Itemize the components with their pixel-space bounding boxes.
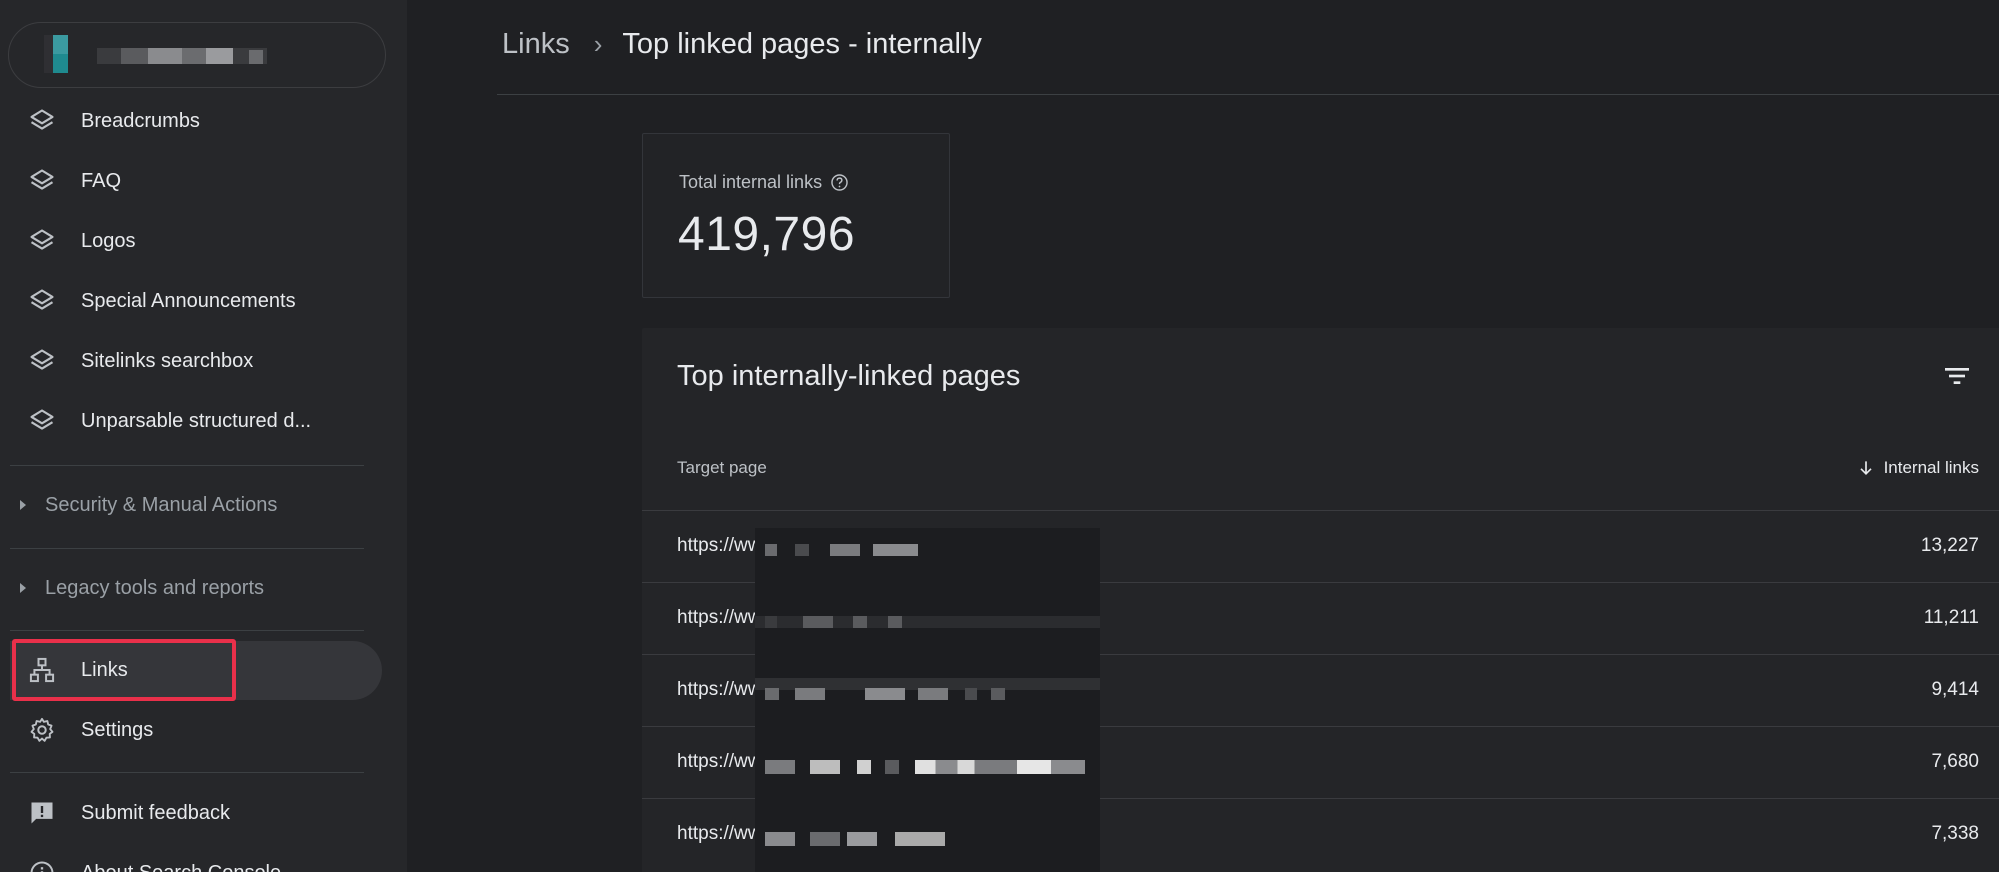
- sidebar-divider: [10, 548, 364, 549]
- sidebar-item-about[interactable]: About Search Console: [0, 843, 380, 872]
- highlight-annotation: [12, 639, 236, 701]
- sidebar-divider: [10, 772, 364, 773]
- row-links-count: 11,211: [1923, 607, 1979, 628]
- page-title: Top linked pages - internally: [622, 28, 982, 60]
- chevron-right-icon: ›: [593, 29, 603, 59]
- sidebar-item-logos[interactable]: Logos: [0, 211, 380, 271]
- stat-value: 419,796: [678, 208, 856, 261]
- help-icon[interactable]: [830, 173, 849, 192]
- column-header-label: Internal links: [1883, 458, 1979, 477]
- row-links-count: 13,227: [1920, 535, 1979, 556]
- column-header-target-page[interactable]: Target page: [677, 458, 767, 478]
- breadcrumb: Links › Top linked pages - internally: [502, 28, 982, 61]
- sidebar: Breadcrumbs FAQ Logos Special Announceme…: [0, 0, 407, 872]
- sidebar-item-label: Breadcrumbs: [81, 109, 200, 132]
- feedback-icon: [31, 802, 53, 824]
- layers-icon: [30, 169, 54, 190]
- total-internal-links-card: Total internal links 419,796: [642, 133, 950, 298]
- sidebar-item-label: FAQ: [81, 169, 122, 192]
- sidebar-item-label: Submit feedback: [81, 801, 230, 824]
- main-content: Links › Top linked pages - internally To…: [407, 0, 1999, 872]
- row-links-count: 9,414: [1931, 679, 1979, 700]
- sidebar-item-label: Settings: [81, 718, 154, 741]
- sidebar-item-label: Logos: [81, 229, 136, 252]
- sidebar-item-unparsable[interactable]: Unparsable structured d...: [0, 391, 380, 451]
- gear-icon: [30, 717, 54, 742]
- breadcrumb-links[interactable]: Links: [502, 28, 570, 61]
- sidebar-item-breadcrumbs[interactable]: Breadcrumbs: [0, 91, 380, 151]
- sidebar-item-faq[interactable]: FAQ: [0, 151, 380, 211]
- sidebar-item-submit-feedback[interactable]: Submit feedback: [0, 783, 380, 843]
- info-icon: [30, 861, 54, 872]
- row-links-count: 7,680: [1931, 751, 1979, 772]
- sidebar-section-label: Legacy tools and reports: [45, 576, 265, 599]
- sidebar-item-label: Unparsable structured d...: [81, 409, 312, 432]
- sidebar-section-security[interactable]: Security & Manual Actions: [0, 485, 380, 525]
- sidebar-item-label: Special Announcements: [81, 289, 296, 312]
- sidebar-divider: [10, 630, 364, 631]
- sidebar-item-label: Sitelinks searchbox: [81, 349, 254, 372]
- blurred-property-tail: [249, 50, 263, 64]
- layers-icon: [30, 109, 54, 130]
- blurred-property-name: [97, 48, 267, 64]
- sidebar-item-settings[interactable]: Settings: [0, 700, 380, 760]
- sidebar-item-label: About Search Console: [81, 862, 281, 872]
- caret-right-icon: [20, 583, 26, 593]
- stat-label: Total internal links: [679, 172, 849, 193]
- stat-label-text: Total internal links: [679, 172, 823, 192]
- caret-right-icon: [20, 500, 26, 510]
- top-linked-pages-table: Top internally-linked pages Target page …: [642, 328, 1999, 872]
- table-title: Top internally-linked pages: [677, 360, 1021, 392]
- property-logo: [44, 35, 68, 73]
- sidebar-divider: [10, 465, 364, 466]
- layers-icon: [30, 349, 54, 370]
- sidebar-section-legacy[interactable]: Legacy tools and reports: [0, 568, 380, 608]
- layers-icon: [30, 409, 54, 430]
- layers-icon: [30, 289, 54, 310]
- sidebar-item-special-announcements[interactable]: Special Announcements: [0, 271, 380, 331]
- sidebar-section-label: Security & Manual Actions: [45, 493, 278, 516]
- header-divider: [497, 94, 1999, 95]
- filter-icon[interactable]: [1941, 360, 1973, 392]
- app-root: Breadcrumbs FAQ Logos Special Announceme…: [0, 0, 1999, 872]
- arrow-down-icon: [1859, 461, 1872, 476]
- sidebar-item-sitelinks-searchbox[interactable]: Sitelinks searchbox: [0, 331, 380, 391]
- layers-icon: [30, 229, 54, 250]
- property-selector[interactable]: [8, 22, 386, 88]
- column-header-internal-links[interactable]: Internal links: [1856, 458, 1979, 478]
- redacted-urls: [755, 528, 1100, 872]
- row-links-count: 7,338: [1931, 823, 1979, 844]
